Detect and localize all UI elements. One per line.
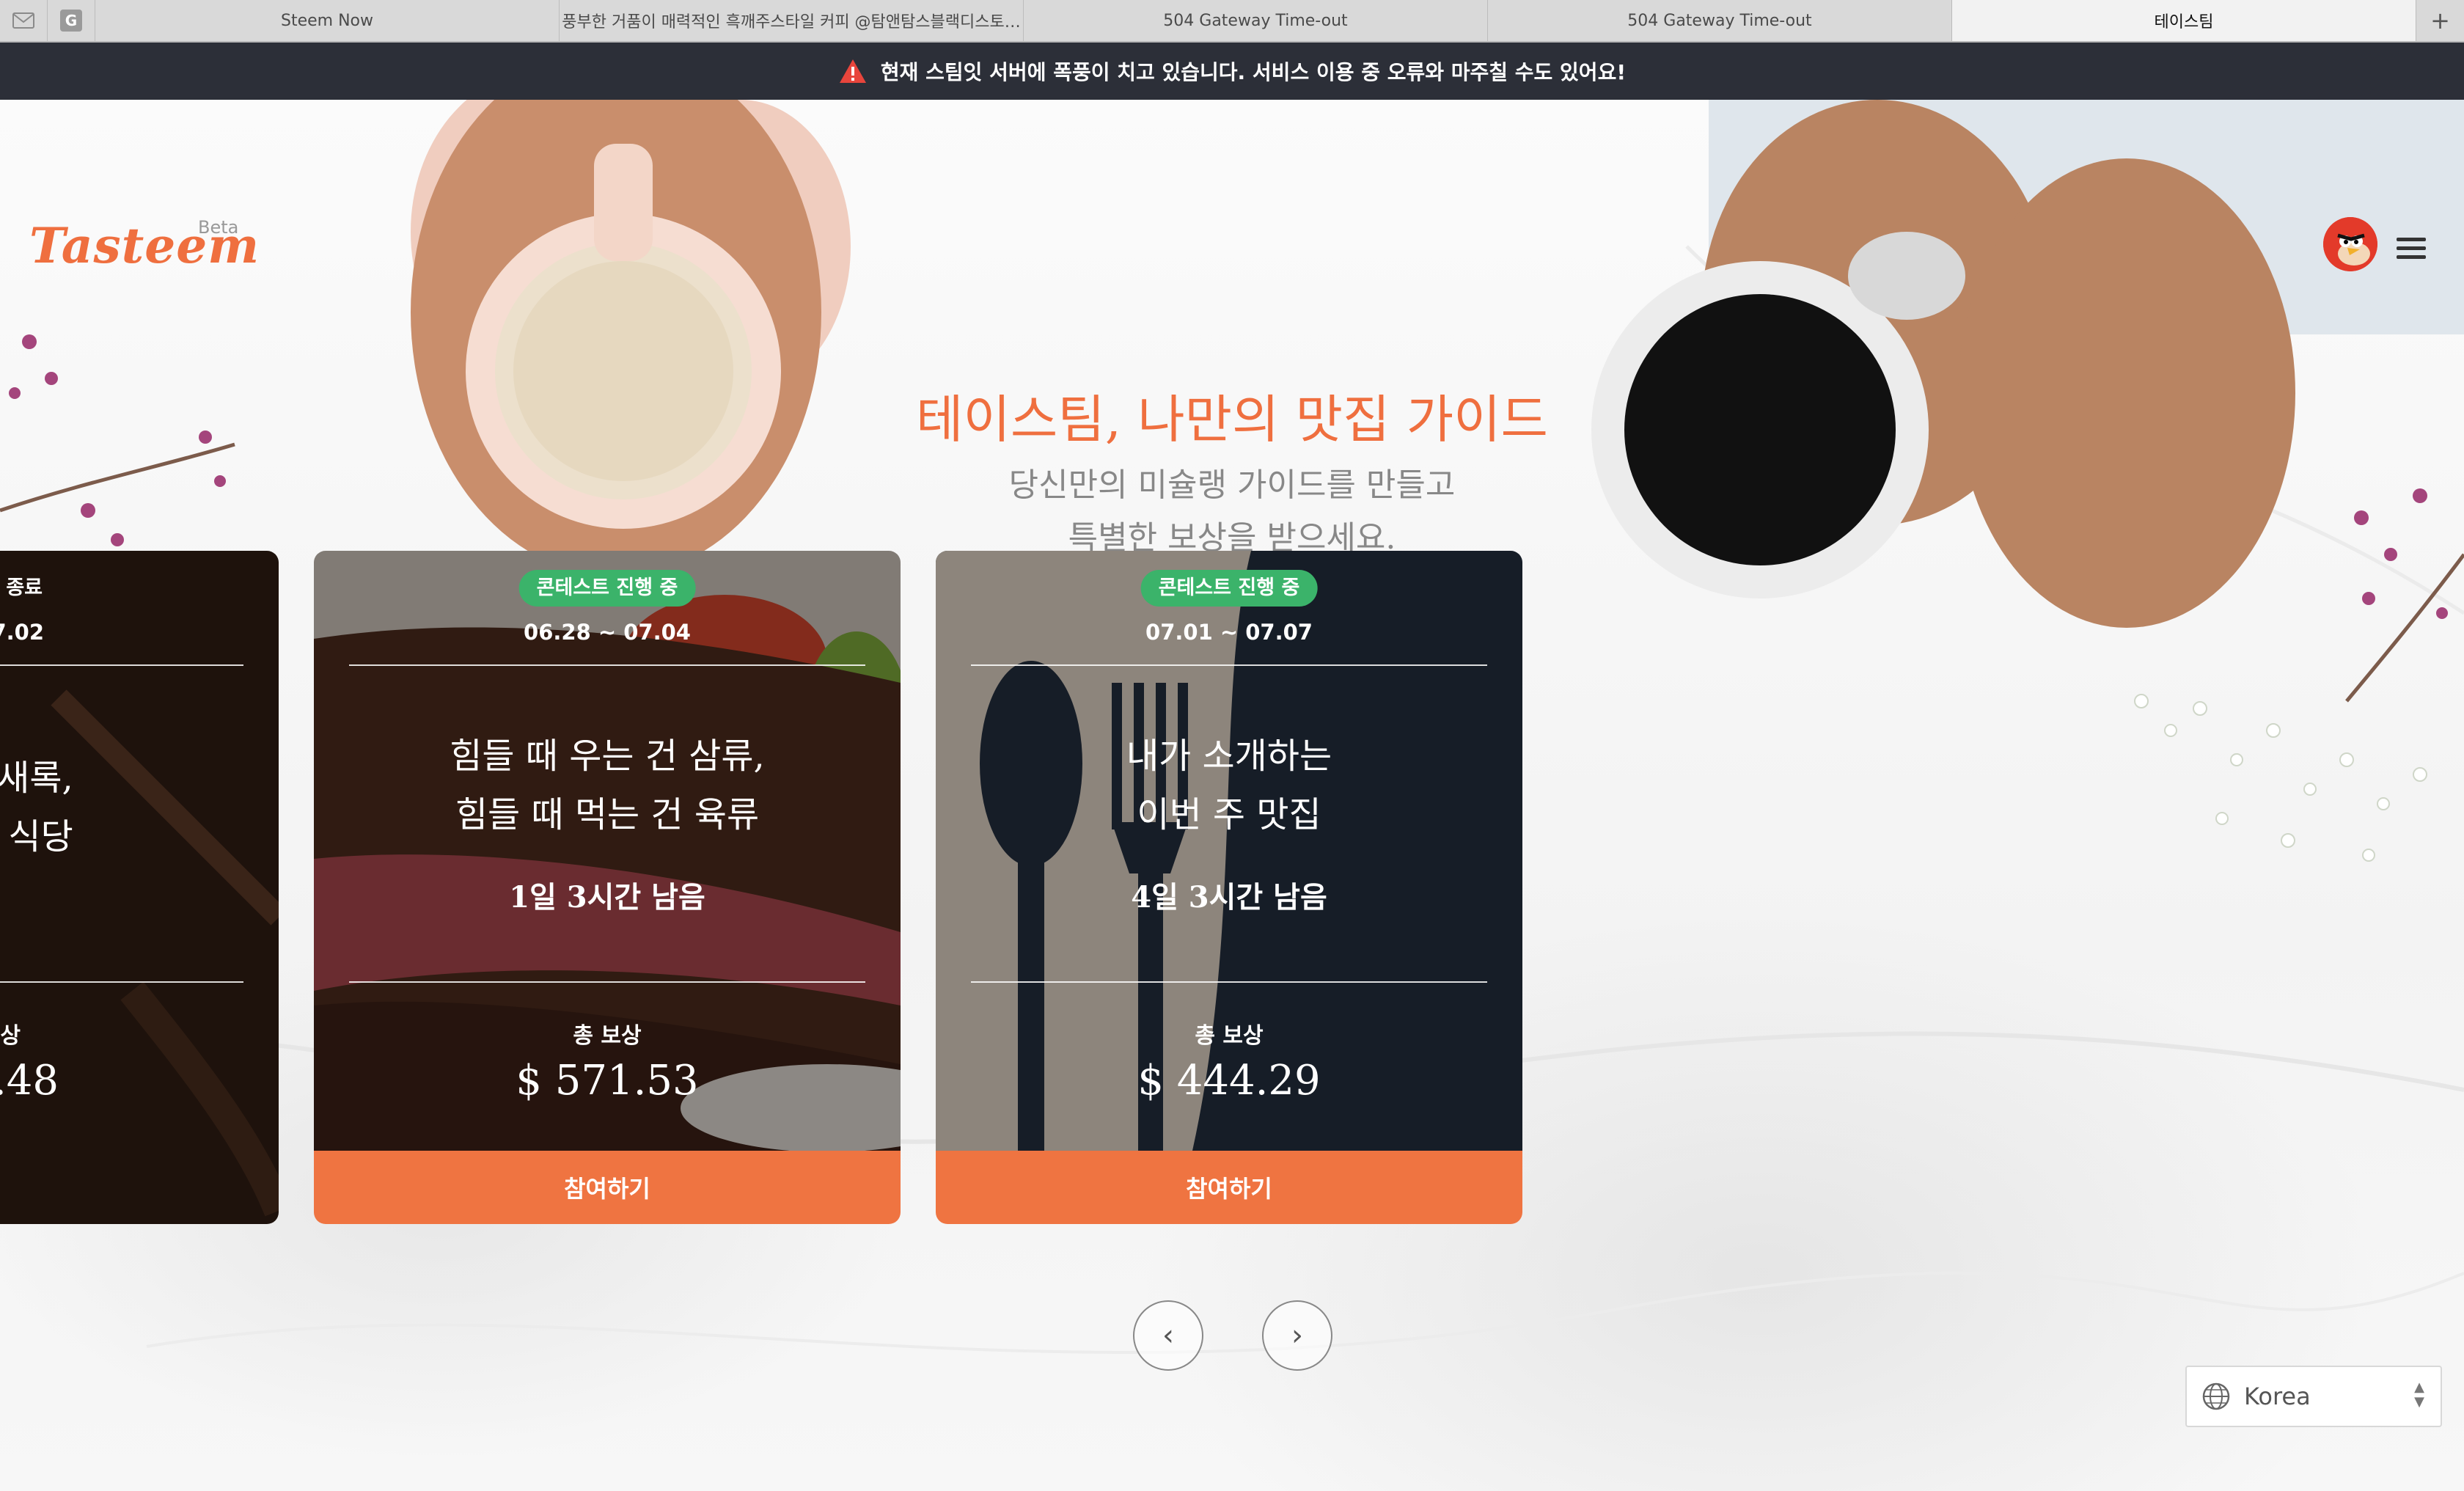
reward-label: 총 보상: [573, 1023, 642, 1049]
contest-title: 힘들 때 우는 건 삼류, 힘들 때 먹는 건 육류: [450, 736, 765, 835]
user-avatar[interactable]: [2323, 217, 2377, 271]
contest-title: 내가 소개하는 이번 주 맛집: [1126, 736, 1332, 835]
babys-breath-decoration: [2134, 694, 2427, 862]
carousel-next-button[interactable]: ›: [1262, 1300, 1332, 1371]
tab-tasteem[interactable]: 테이스팀: [1952, 0, 2416, 41]
globe-icon: [2202, 1382, 2230, 1410]
language-value: Korea: [2244, 1382, 2311, 1410]
reward-label: 상: [0, 1023, 21, 1049]
mail-icon: [12, 12, 34, 29]
hero-title: 테이스팀, 나만의 맛집 가이드: [916, 389, 1548, 450]
card-divider: [971, 664, 1487, 666]
hamburger-icon[interactable]: [2397, 238, 2426, 260]
contest-title: 록새록, 의 식당: [0, 758, 73, 857]
pinned-tab-g[interactable]: G: [48, 0, 95, 41]
server-alert-banner: 현재 스팀잇 서버에 폭풍이 치고 있습니다. 서비스 이용 중 오류와 마주칠…: [0, 43, 2464, 100]
contest-card-weekly-pick[interactable]: 콘테스트 진행 중 07.01 ~ 07.07 내가 소개하는 이번 주 맛집 …: [936, 551, 1522, 1224]
tab-coffee-post[interactable]: 풍부한 거품이 매력적인 흑깨주스타일 커피 @탐앤탐스블랙디스토…: [560, 0, 1024, 41]
chevron-left-icon: ‹: [1162, 1319, 1174, 1352]
join-button[interactable]: 참여하기: [314, 1151, 901, 1224]
time-remaining: 1일 3시간 남음: [509, 880, 705, 915]
card-divider: [0, 981, 243, 983]
language-select[interactable]: Korea ▲ ▼: [2185, 1366, 2442, 1427]
hero-subtitle: 당신만의 미슐랭 가이드를 만들고 특별한 보상을 받으세요.: [1008, 466, 1456, 557]
contest-status-badge: 콘테스트 진행 중: [1140, 570, 1318, 607]
carousel-prev-button[interactable]: ‹: [1133, 1300, 1203, 1371]
tab-steem-now[interactable]: Steem Now: [95, 0, 560, 41]
select-arrows-icon: ▲ ▼: [2414, 1380, 2424, 1410]
card-divider: [349, 664, 865, 666]
card-divider: [971, 981, 1487, 983]
reward-value: $ 444.29: [1137, 1057, 1321, 1104]
browser-tab-bar: G Steem Now 풍부한 거품이 매력적인 흑깨주스타일 커피 @탐앤탐스…: [0, 0, 2464, 43]
contest-status: 종료: [6, 576, 43, 599]
contest-status-badge: 콘테스트 진행 중: [518, 570, 696, 607]
reward-value: .48: [0, 1057, 59, 1104]
reward-label: 총 보상: [1195, 1023, 1264, 1049]
contest-card-ended[interactable]: 종료 07.02 록새록, 의 식당 상 .48: [0, 551, 279, 1224]
pinned-tab-mail[interactable]: [0, 0, 48, 41]
hero-section: Tasteem Beta 테이스팀, 나만의 맛집 가이드 당신만의 미슐랭 가…: [0, 100, 2464, 1491]
g-icon: G: [60, 10, 82, 32]
contest-card-meat[interactable]: 콘테스트 진행 중 06.28 ~ 07.04 힘들 때 우는 건 삼류, 힘들…: [314, 551, 901, 1224]
beta-label: Beta: [198, 217, 239, 238]
reward-value: $ 571.53: [516, 1057, 699, 1104]
angry-bird-avatar-icon: [2323, 217, 2377, 271]
card-background-image: [0, 551, 279, 1224]
new-tab-button[interactable]: +: [2416, 0, 2464, 41]
join-button[interactable]: 참여하기: [936, 1151, 1522, 1224]
chevron-right-icon: ›: [1291, 1319, 1303, 1352]
tab-gateway-timeout-2[interactable]: 504 Gateway Time-out: [1488, 0, 1952, 41]
tab-gateway-timeout-1[interactable]: 504 Gateway Time-out: [1024, 0, 1488, 41]
card-divider: [349, 981, 865, 983]
card-divider: [0, 664, 243, 666]
time-remaining: 4일 3시간 남음: [1131, 880, 1327, 915]
contest-dates: 06.28 ~ 07.04: [524, 620, 691, 645]
warning-icon: [839, 59, 866, 83]
contest-dates: 07.01 ~ 07.07: [1145, 620, 1313, 645]
contest-dates: 07.02: [0, 620, 44, 645]
alert-text: 현재 스팀잇 서버에 폭풍이 치고 있습니다. 서비스 이용 중 오류와 마주칠…: [880, 60, 1627, 84]
